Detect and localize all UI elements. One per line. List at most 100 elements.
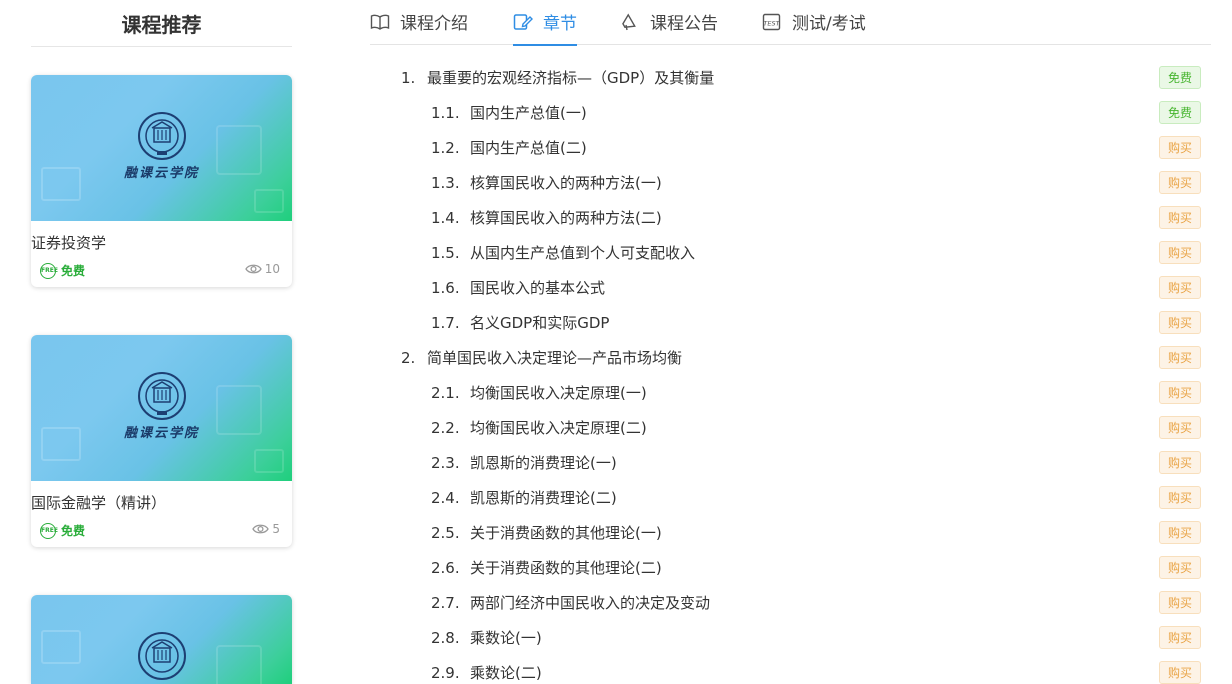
chapter-title[interactable]: 均衡国民收入决定原理(二) <box>470 417 647 438</box>
course-cover-brand: 融课云学院 <box>123 426 199 441</box>
buy-button[interactable]: 购买 <box>1159 171 1201 194</box>
buy-button[interactable]: 购买 <box>1159 591 1201 614</box>
university-seal-icon <box>138 112 186 160</box>
chapter-row[interactable]: 1. 最重要的宏观经济指标—（GDP）及其衡量 免费 <box>370 60 1211 95</box>
free-badge[interactable]: 免费 <box>1159 101 1201 124</box>
section-row[interactable]: 2.6. 关于消费函数的其他理论(二) 购买 <box>370 550 1211 585</box>
test-paper-icon: TEST <box>762 13 781 30</box>
course-cover-image[interactable]: 融课云学院 <box>31 335 292 481</box>
chapter-number: 2.6. <box>431 558 460 577</box>
chapter-title[interactable]: 凯恩斯的消费理论(二) <box>470 487 617 508</box>
chapter-number: 1. <box>401 68 416 87</box>
chapter-title[interactable]: 国内生产总值(二) <box>470 137 587 158</box>
view-count-value: 5 <box>272 522 280 536</box>
section-row[interactable]: 1.3. 核算国民收入的两种方法(一) 购买 <box>370 165 1211 200</box>
section-row[interactable]: 1.4. 核算国民收入的两种方法(二) 购买 <box>370 200 1211 235</box>
chapter-title[interactable]: 关于消费函数的其他理论(二) <box>470 557 662 578</box>
course-card[interactable] <box>31 595 292 684</box>
chapter-number: 1.7. <box>431 313 460 332</box>
section-row[interactable]: 1.2. 国内生产总值(二) 购买 <box>370 130 1211 165</box>
chapter-number: 2. <box>401 348 416 367</box>
chapter-number: 2.7. <box>431 593 460 612</box>
section-row[interactable]: 1.6. 国民收入的基本公式 购买 <box>370 270 1211 305</box>
chapter-title[interactable]: 简单国民收入决定理论—产品市场均衡 <box>427 347 682 368</box>
course-name[interactable]: 国际金融学（精讲） <box>31 492 166 513</box>
buy-button[interactable]: 购买 <box>1159 311 1201 334</box>
chapter-number: 1.2. <box>431 138 460 157</box>
chapter-title[interactable]: 凯恩斯的消费理论(一) <box>470 452 617 473</box>
chapter-title[interactable]: 最重要的宏观经济指标—（GDP）及其衡量 <box>427 67 714 88</box>
section-row[interactable]: 2.9. 乘数论(二) 购买 <box>370 655 1211 684</box>
price-label: 免费 <box>61 264 86 278</box>
course-cover-image[interactable]: 融课云学院 <box>31 75 292 221</box>
section-row[interactable]: 2.7. 两部门经济中国民收入的决定及变动 购买 <box>370 585 1211 620</box>
chapter-number: 2.3. <box>431 453 460 472</box>
chapter-title[interactable]: 乘数论(二) <box>470 662 542 683</box>
section-row[interactable]: 2.3. 凯恩斯的消费理论(一) 购买 <box>370 445 1211 480</box>
book-open-icon <box>370 14 390 30</box>
recommend-sidebar: 课程推荐 融课云学院 证券投资学 FREE 免费 10 融课云学院 国际金融学（… <box>31 0 292 684</box>
course-cover-image[interactable] <box>31 595 292 684</box>
chapter-number: 2.9. <box>431 663 460 682</box>
chapter-number: 1.4. <box>431 208 460 227</box>
section-row[interactable]: 2.5. 关于消费函数的其他理论(一) 购买 <box>370 515 1211 550</box>
buy-button[interactable]: 购买 <box>1159 136 1201 159</box>
buy-button[interactable]: 购买 <box>1159 486 1201 509</box>
buy-button[interactable]: 购买 <box>1159 521 1201 544</box>
chapter-row[interactable]: 2. 简单国民收入决定理论—产品市场均衡 购买 <box>370 340 1211 375</box>
chapter-number: 2.2. <box>431 418 460 437</box>
tab-label: 课程介绍 <box>400 14 468 34</box>
chapter-number: 1.6. <box>431 278 460 297</box>
chapter-number: 1.1. <box>431 103 460 122</box>
chapter-title[interactable]: 从国内生产总值到个人可支配收入 <box>470 242 695 263</box>
tab-tests-exams[interactable]: TEST 测试/考试 <box>762 0 866 45</box>
chapter-number: 1.3. <box>431 173 460 192</box>
chapter-title[interactable]: 国内生产总值(一) <box>470 102 587 123</box>
buy-button[interactable]: 购买 <box>1159 206 1201 229</box>
buy-button[interactable]: 购买 <box>1159 276 1201 299</box>
tab-label: 课程公告 <box>650 14 718 34</box>
section-row[interactable]: 2.4. 凯恩斯的消费理论(二) 购买 <box>370 480 1211 515</box>
section-row[interactable]: 1.1. 国内生产总值(一) 免费 <box>370 95 1211 130</box>
price-tag: FREE 免费 <box>40 262 85 279</box>
tab-announcements[interactable]: 课程公告 <box>620 0 718 45</box>
chapter-title[interactable]: 均衡国民收入决定原理(一) <box>470 382 647 403</box>
buy-button[interactable]: 购买 <box>1159 556 1201 579</box>
chapter-list: 1. 最重要的宏观经济指标—（GDP）及其衡量 免费 1.1. 国内生产总值(一) 免费 1… <box>370 60 1211 684</box>
section-row[interactable]: 1.5. 从国内生产总值到个人可支配收入 购买 <box>370 235 1211 270</box>
buy-button[interactable]: 购买 <box>1159 451 1201 474</box>
chapter-title[interactable]: 核算国民收入的两种方法(二) <box>470 207 662 228</box>
chapter-title[interactable]: 核算国民收入的两种方法(一) <box>470 172 662 193</box>
eye-icon <box>244 264 262 274</box>
university-seal-icon <box>138 372 186 420</box>
course-name[interactable]: 证券投资学 <box>31 232 106 253</box>
tab-label: 章节 <box>543 14 577 34</box>
buy-button[interactable]: 购买 <box>1159 241 1201 264</box>
tab-chapters[interactable]: 章节 <box>513 0 577 46</box>
buy-button[interactable]: 购买 <box>1159 346 1201 369</box>
chapter-title[interactable]: 名义GDP和实际GDP <box>470 312 609 333</box>
chapter-title[interactable]: 两部门经济中国民收入的决定及变动 <box>470 592 710 613</box>
chapter-title[interactable]: 关于消费函数的其他理论(一) <box>470 522 662 543</box>
section-row[interactable]: 2.2. 均衡国民收入决定原理(二) 购买 <box>370 410 1211 445</box>
view-count-value: 10 <box>264 262 280 276</box>
free-badge[interactable]: 免费 <box>1159 66 1201 89</box>
chapter-title[interactable]: 乘数论(一) <box>470 627 542 648</box>
course-cover-brand: 融课云学院 <box>123 166 199 181</box>
buy-button[interactable]: 购买 <box>1159 661 1201 684</box>
course-card[interactable]: 融课云学院 国际金融学（精讲） FREE 免费 5 <box>31 335 292 547</box>
chapter-title[interactable]: 国民收入的基本公式 <box>470 277 605 298</box>
buy-button[interactable]: 购买 <box>1159 626 1201 649</box>
section-row[interactable]: 2.1. 均衡国民收入决定原理(一) 购买 <box>370 375 1211 410</box>
buy-button[interactable]: 购买 <box>1159 416 1201 439</box>
megaphone-icon <box>622 13 636 30</box>
chapter-number: 2.1. <box>431 383 460 402</box>
section-row[interactable]: 1.7. 名义GDP和实际GDP 购买 <box>370 305 1211 340</box>
tab-course-intro[interactable]: 课程介绍 <box>370 0 468 45</box>
section-row[interactable]: 2.8. 乘数论(一) 购买 <box>370 620 1211 655</box>
chapter-number: 2.5. <box>431 523 460 542</box>
buy-button[interactable]: 购买 <box>1159 381 1201 404</box>
course-card[interactable]: 融课云学院 证券投资学 FREE 免费 10 <box>31 75 292 287</box>
chapter-number: 1.5. <box>431 243 460 262</box>
view-count: 10 <box>244 262 280 276</box>
